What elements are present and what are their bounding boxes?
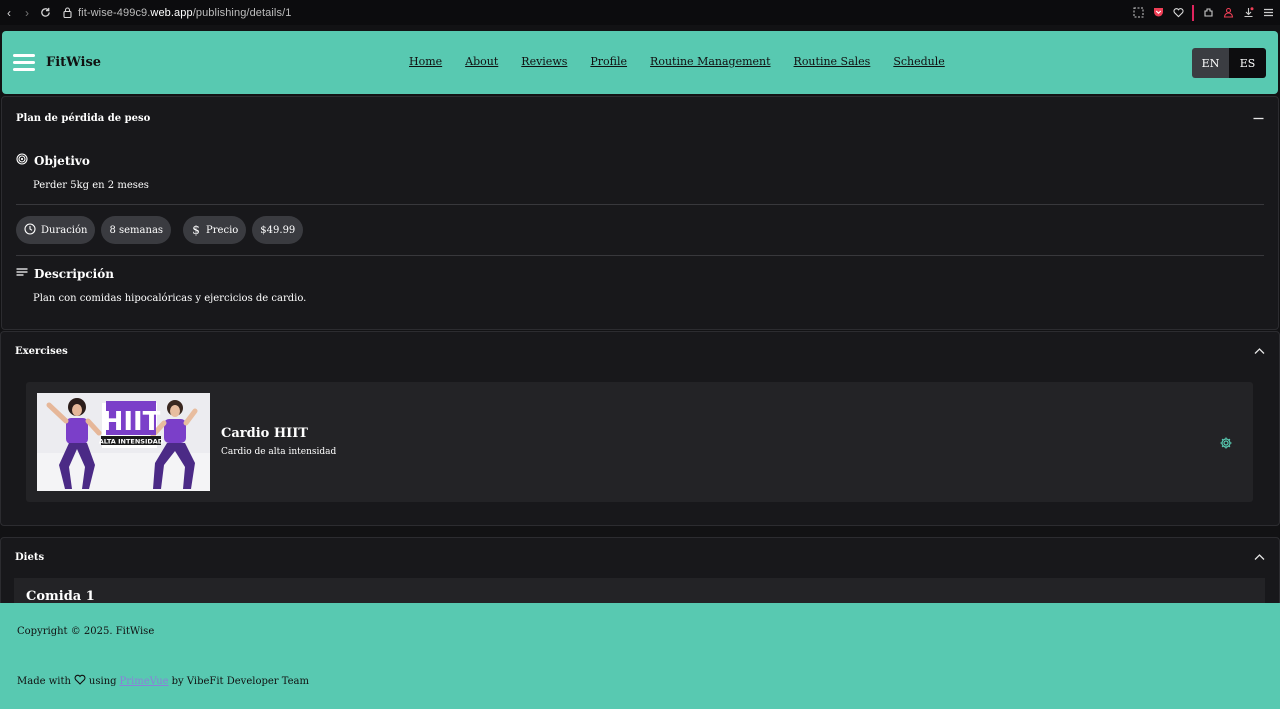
browser-toolbar: ‹ › fit-wise-499c9.web.app/publishing/de… [0,0,1280,25]
target-icon [16,153,28,168]
lock-icon [60,7,74,18]
extensions-icon[interactable] [1202,7,1214,19]
brand-logo-text[interactable]: FitWise [46,55,101,70]
app-footer: Copyright © 2025. FitWise Made with usin… [0,603,1280,709]
exercises-panel: Exercises HIIT ALTA INTENSIDAD Cardio HI… [0,331,1280,526]
lang-en-button[interactable]: EN [1192,48,1229,78]
chevron-up-icon[interactable] [1253,345,1265,357]
exercise-card[interactable]: HIIT ALTA INTENSIDAD Cardio HIIT Cardio … [26,382,1253,502]
url-domain: web.app [150,6,193,19]
duration-value-chip: 8 semanas [101,216,172,244]
description-heading: Descripción [16,267,114,281]
heart-icon[interactable] [1172,7,1184,19]
menu-icon[interactable] [1262,7,1274,19]
using-text: using [88,675,117,687]
profile-icon[interactable] [1222,7,1234,19]
nav-link-routine-sales[interactable]: Routine Sales [794,55,871,68]
exercises-title: Exercises [15,346,68,357]
language-switcher: EN ES [1192,48,1266,78]
reload-icon[interactable] [36,0,54,25]
heart-icon [74,674,86,688]
copyright-text: Copyright © 2025. FitWise [17,626,155,637]
nav-link-reviews[interactable]: Reviews [521,55,567,68]
divider [16,204,1264,205]
exercise-name: Cardio HIIT [221,426,308,441]
diets-title: Diets [15,552,45,563]
thumbnail-subtitle-text: ALTA INTENSIDAD [99,438,164,446]
url-prefix: fit-wise-499c9. [78,6,151,19]
by-team-text: by VibeFit Developer Team [171,675,309,687]
lang-es-button[interactable]: ES [1229,48,1266,78]
price-chip: $ Precio [183,216,247,244]
meal-name: Comida 1 [26,589,95,604]
main-nav: Home About Reviews Profile Routine Manag… [409,55,945,68]
dollar-icon: $ [192,223,200,237]
extension-bar [1132,0,1280,25]
divider [16,255,1264,256]
made-with-line: Made with using PrimeVue by VibeFit Deve… [17,674,309,688]
objective-heading: Objetivo [16,153,90,168]
nav-link-routine-management[interactable]: Routine Management [650,55,770,68]
chevron-up-icon[interactable] [1253,551,1265,563]
app-header: FitWise Home About Reviews Profile Routi… [2,31,1278,94]
nav-link-schedule[interactable]: Schedule [893,55,944,68]
toolbar-separator [1192,4,1194,21]
address-bar[interactable]: fit-wise-499c9.web.app/publishing/detail… [78,7,291,19]
plan-panel: Plan de pérdida de peso Objetivo Perder … [1,96,1279,330]
gear-icon[interactable] [1219,435,1233,449]
back-icon[interactable]: ‹ [0,0,18,25]
hamburger-menu-icon[interactable] [13,54,35,71]
made-with-text: Made with [17,675,71,687]
forward-icon[interactable]: › [18,0,36,25]
price-label: Precio [206,224,239,236]
description-label: Descripción [34,267,114,281]
primevue-link[interactable]: PrimeVue [120,676,169,687]
duration-chip: Duración [16,216,96,244]
collapse-minus-icon[interactable] [1252,112,1264,124]
nav-link-profile[interactable]: Profile [590,55,627,68]
objective-text: Perder 5kg en 2 meses [33,180,149,191]
nav-link-home[interactable]: Home [409,55,442,68]
objective-label: Objetivo [34,153,90,168]
clock-icon [24,222,36,238]
plan-title: Plan de pérdida de peso [16,113,151,124]
download-icon[interactable] [1242,7,1254,19]
screenshot-icon[interactable] [1132,7,1144,19]
pocket-icon[interactable] [1152,7,1164,19]
nav-link-about[interactable]: About [465,55,498,68]
duration-label: Duración [41,224,88,236]
description-text: Plan con comidas hipocalóricas y ejercic… [33,293,307,304]
exercise-description: Cardio de alta intensidad [221,447,337,457]
align-left-icon [16,267,28,281]
price-value-chip: $49.99 [252,216,304,244]
url-path: /publishing/details/1 [192,6,292,19]
thumbnail-hiit-text: HIIT [102,407,161,437]
plan-chips: Duración 8 semanas $ Precio $49.99 [16,216,304,244]
exercise-thumbnail: HIIT ALTA INTENSIDAD [37,393,210,491]
